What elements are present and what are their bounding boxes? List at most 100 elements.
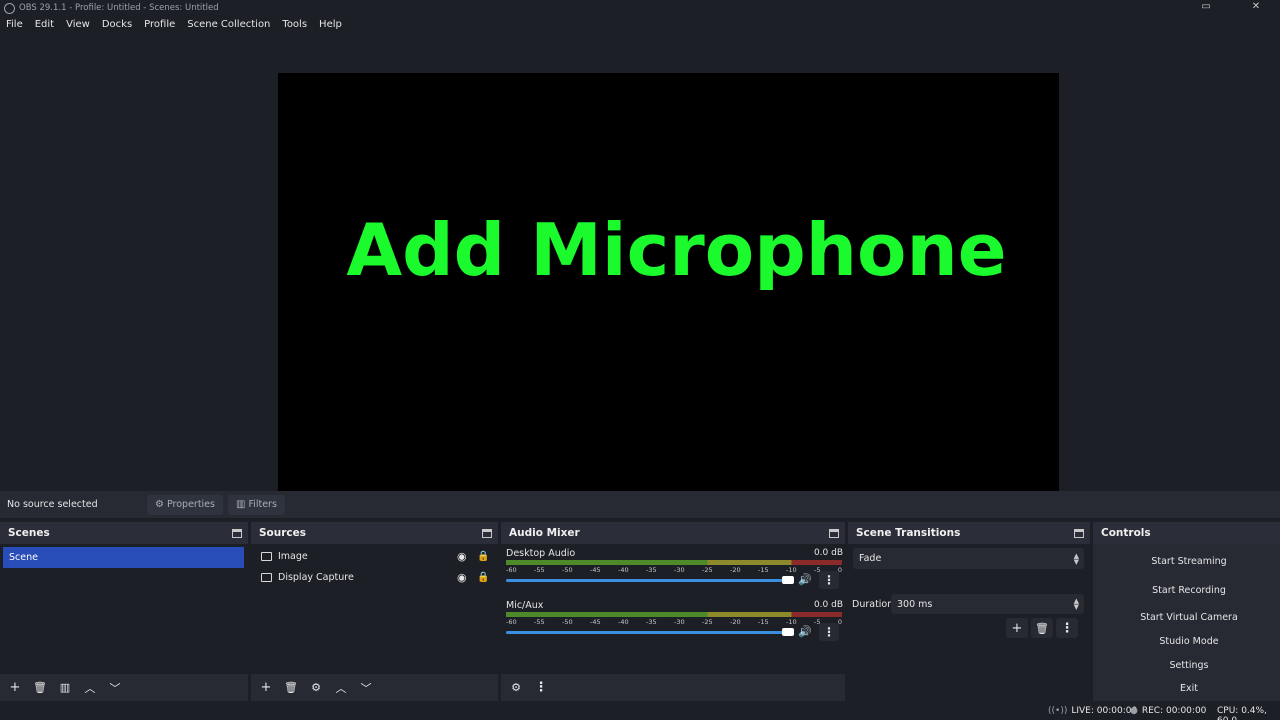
rec-status: ● REC: 00:00:00 — [1130, 706, 1206, 716]
menu-scene-collection[interactable]: Scene Collection — [181, 19, 276, 30]
sources-header: Sources — [251, 522, 498, 544]
filters-label: Filters — [248, 499, 277, 510]
start-recording-button[interactable]: Start Recording — [1097, 578, 1280, 603]
preview-area: Add Microphone — [0, 33, 1280, 511]
transition-menu-button[interactable]: ⋮ — [1056, 618, 1078, 638]
undock-icon[interactable] — [1074, 528, 1084, 538]
start-virtual-camera-button[interactable]: Start Virtual Camera — [1097, 606, 1280, 628]
live-status: ((•)) LIVE: 00:00:00 — [1048, 706, 1137, 716]
speaker-icon[interactable]: 🔊 — [798, 573, 812, 586]
undock-icon[interactable] — [232, 528, 242, 538]
window-title: OBS 29.1.1 - Profile: Untitled - Scenes:… — [19, 3, 219, 13]
studio-mode-button[interactable]: Studio Mode — [1097, 630, 1280, 652]
scenes-toolbar: + 🗑 ▥ ︿ ﹀ — [0, 674, 248, 701]
scale-tick: -15 — [758, 566, 769, 574]
menu-tools[interactable]: Tools — [276, 19, 313, 30]
channel-level: 0.0 dB — [813, 548, 843, 558]
filters-icon: ▥ — [235, 499, 246, 510]
volume-slider-handle[interactable] — [782, 628, 794, 636]
add-transition-button[interactable]: + — [1006, 618, 1028, 638]
add-source-button[interactable]: + — [255, 677, 277, 698]
eye-icon[interactable]: ◉ — [457, 550, 467, 563]
image-icon — [261, 551, 272, 561]
add-scene-button[interactable]: + — [4, 677, 26, 698]
preview-canvas[interactable]: Add Microphone — [278, 73, 1059, 511]
status-bar: ((•)) LIVE: 00:00:00 ● REC: 00:00:00 CPU… — [0, 702, 1280, 720]
transitions-body: Fade ▲ ▼ Duration 300 ms ▲ ▼ + 🗑 ⋮ — [848, 544, 1090, 701]
remove-source-button[interactable]: 🗑 — [280, 677, 302, 698]
properties-label: Properties — [166, 499, 215, 510]
move-source-up-button[interactable]: ︿ — [330, 677, 352, 698]
advanced-audio-button[interactable]: ⚙ — [505, 677, 527, 698]
scale-tick: -35 — [646, 566, 657, 574]
properties-button[interactable]: ⚙ Properties — [147, 494, 223, 515]
trash-icon: 🗑 — [33, 681, 47, 694]
chevron-up-icon: ︿ — [84, 681, 96, 695]
chevron-down-icon: ﹀ — [109, 681, 121, 695]
selection-label: No source selected — [7, 499, 98, 510]
updown-icon: ▲ ▼ — [1073, 551, 1079, 566]
transition-select[interactable]: Fade ▲ ▼ — [853, 548, 1084, 569]
remove-transition-button[interactable]: 🗑 — [1031, 618, 1053, 638]
scale-tick: -40 — [618, 566, 629, 574]
spin-icon[interactable]: ▲ ▼ — [1074, 598, 1079, 611]
menu-view[interactable]: View — [60, 19, 96, 30]
scale-tick: -10 — [786, 566, 797, 574]
exit-button[interactable]: Exit — [1097, 677, 1280, 699]
scale-tick: -35 — [646, 618, 657, 626]
mixer-menu-button[interactable]: ⋮ — [530, 677, 552, 698]
broadcast-icon: ((•)) — [1048, 706, 1068, 716]
close-icon[interactable]: ✕ — [1250, 2, 1262, 12]
more-vertical-icon: ⋮ — [823, 625, 835, 639]
source-item[interactable]: Image ◉ 🔒 — [251, 546, 496, 566]
speaker-icon[interactable]: 🔊 — [798, 625, 812, 638]
undock-icon[interactable] — [482, 528, 492, 538]
channel-menu-button[interactable]: ⋮ — [819, 623, 839, 641]
audio-mixer-header: Audio Mixer — [501, 522, 845, 544]
volume-slider[interactable] — [506, 631, 794, 634]
lock-icon[interactable]: 🔒 — [477, 572, 489, 583]
volume-slider[interactable] — [506, 579, 794, 582]
move-scene-up-button[interactable]: ︿ — [79, 677, 101, 698]
source-properties-button[interactable]: ⚙ — [305, 677, 327, 698]
plus-icon: + — [260, 680, 272, 695]
volume-meter — [506, 612, 842, 617]
duration-label: Duration — [852, 599, 894, 610]
scale-tick: -55 — [534, 566, 545, 574]
start-streaming-button[interactable]: Start Streaming — [1097, 549, 1280, 574]
move-source-down-button[interactable]: ﹀ — [355, 677, 377, 698]
scale-tick: -25 — [702, 566, 713, 574]
scene-filters-button[interactable]: ▥ — [54, 677, 76, 698]
lock-icon[interactable]: 🔒 — [477, 551, 489, 562]
more-vertical-icon: ⋮ — [534, 680, 548, 695]
menu-docks[interactable]: Docks — [96, 19, 138, 30]
menu-edit[interactable]: Edit — [29, 19, 60, 30]
duration-value: 300 ms — [897, 598, 933, 610]
scale-tick: -25 — [702, 618, 713, 626]
rec-time: REC: 00:00:00 — [1141, 706, 1207, 716]
source-item[interactable]: Display Capture ◉ 🔒 — [251, 567, 496, 587]
scale-tick: -20 — [730, 618, 741, 626]
remove-scene-button[interactable]: 🗑 — [29, 677, 51, 698]
controls-dock: Controls Start Streaming Start Recording… — [1093, 522, 1280, 701]
eye-icon[interactable]: ◉ — [457, 571, 467, 584]
transition-buttons: + 🗑 ⋮ — [1006, 618, 1081, 638]
move-scene-down-button[interactable]: ﹀ — [104, 677, 126, 698]
restore-icon[interactable]: ▭ — [1200, 2, 1212, 12]
undock-icon[interactable] — [829, 528, 839, 538]
live-time: LIVE: 00:00:00 — [1071, 706, 1138, 716]
scale-tick: -15 — [758, 618, 769, 626]
channel-menu-button[interactable]: ⋮ — [819, 571, 839, 589]
scene-item[interactable]: Scene — [3, 547, 244, 568]
volume-slider-handle[interactable] — [782, 576, 794, 584]
meter-scale: -60 -55 -50 -45 -40 -35 -30 -25 -20 -15 … — [506, 618, 842, 626]
duration-input[interactable]: 300 ms ▲ ▼ — [891, 594, 1084, 614]
sources-title: Sources — [259, 527, 307, 539]
menu-help[interactable]: Help — [313, 19, 348, 30]
settings-button[interactable]: Settings — [1097, 654, 1280, 676]
filters-button[interactable]: ▥ Filters — [227, 494, 285, 515]
menu-file[interactable]: File — [0, 19, 29, 30]
channel-name: Desktop Audio — [506, 548, 576, 559]
meter-scale: -60 -55 -50 -45 -40 -35 -30 -25 -20 -15 … — [506, 566, 842, 574]
menu-profile[interactable]: Profile — [138, 19, 181, 30]
